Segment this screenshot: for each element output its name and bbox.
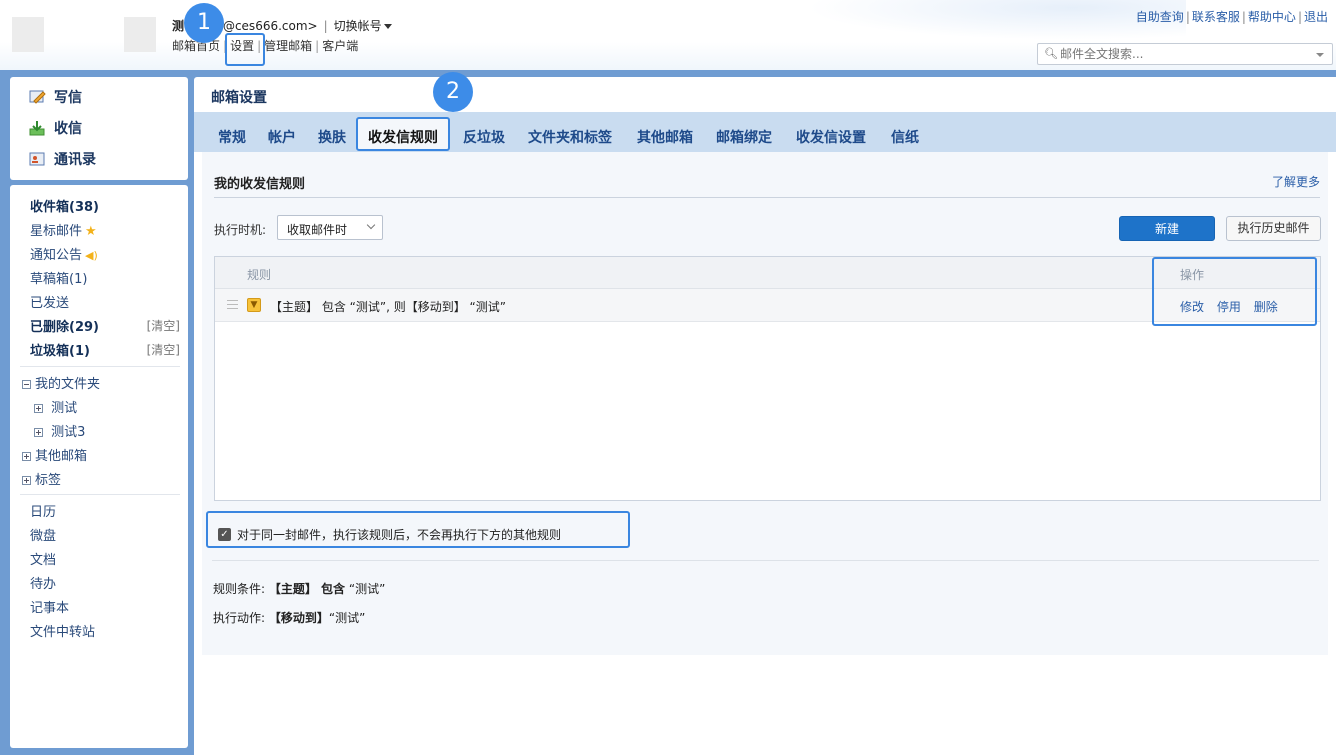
search-box[interactable]: 🔍︎ bbox=[1037, 43, 1333, 65]
step-badge-1: 1 bbox=[184, 3, 224, 43]
help-center-link[interactable]: 帮助中心 bbox=[1248, 10, 1296, 24]
stop-processing-label: 对于同一封邮件，执行该规则后，不会再执行下方的其他规则 bbox=[237, 528, 562, 542]
checkbox-checked[interactable]: ✓ bbox=[218, 528, 231, 541]
section-title: 我的收发信规则 bbox=[214, 177, 306, 192]
compose-button[interactable]: 写信 bbox=[28, 86, 82, 108]
folder-starred[interactable]: 星标邮件 ★ bbox=[30, 219, 180, 239]
my-folder-item[interactable]: 测试3 bbox=[34, 420, 180, 440]
top-right-links: 自助查询 | 联系客服 | 帮助中心 | 退出 bbox=[1135, 10, 1328, 24]
tab-account[interactable]: 帐户 bbox=[268, 127, 296, 147]
folder-spam[interactable]: 垃圾箱(1) [清空] bbox=[30, 339, 180, 359]
header-decoration bbox=[806, 0, 1186, 40]
table-row[interactable]: ▼ 【主题】 包含 “测试”, 则【移动到】 “测试” 修改 停用 删除 bbox=[215, 289, 1320, 322]
switch-account-link[interactable]: 切换帐号 bbox=[334, 19, 392, 33]
learn-more-link[interactable]: 了解更多 bbox=[1272, 173, 1320, 190]
expand-icon bbox=[34, 427, 43, 437]
step-badge-2: 2 bbox=[433, 72, 473, 112]
tab-folders-tags[interactable]: 文件夹和标签 bbox=[528, 127, 612, 147]
other-mailbox-toggle[interactable]: 其他邮箱 bbox=[22, 444, 180, 464]
self-service-link[interactable]: 自助查询 bbox=[1136, 10, 1184, 24]
tool-drive[interactable]: 微盘 bbox=[30, 524, 180, 544]
column-operations: 操作 bbox=[1180, 268, 1205, 282]
chevron-down-icon bbox=[366, 220, 376, 230]
drag-handle-icon[interactable] bbox=[227, 300, 238, 309]
user-name: 测 bbox=[172, 19, 185, 33]
inbox-download-icon bbox=[29, 121, 45, 136]
search-input[interactable] bbox=[1060, 46, 1300, 62]
clear-deleted-link[interactable]: [清空] bbox=[147, 317, 180, 334]
my-folders-toggle[interactable]: 我的文件夹 bbox=[22, 372, 180, 392]
my-folder-item[interactable]: 测试 bbox=[34, 396, 180, 416]
disable-rule-link[interactable]: 停用 bbox=[1217, 300, 1241, 314]
tool-calendar[interactable]: 日历 bbox=[30, 500, 180, 520]
timing-label: 执行时机: bbox=[214, 223, 267, 237]
folder-sent[interactable]: 已发送 bbox=[30, 291, 180, 311]
page-title: 邮箱设置 bbox=[211, 90, 267, 106]
contact-support-link[interactable]: 联系客服 bbox=[1192, 10, 1240, 24]
compose-panel: 写信 收信 通讯录 bbox=[10, 77, 188, 180]
star-icon: ★ bbox=[85, 223, 97, 239]
tab-mailbox-binding[interactable]: 邮箱绑定 bbox=[716, 127, 772, 147]
rule-description: 【主题】 包含 “测试”, 则【移动到】 “测试” bbox=[270, 300, 506, 314]
folder-drafts[interactable]: 草稿箱(1) bbox=[30, 267, 180, 287]
collapse-icon bbox=[22, 379, 31, 389]
tab-general[interactable]: 常规 bbox=[218, 127, 246, 147]
speaker-icon: ◀) bbox=[85, 248, 98, 262]
tool-notes[interactable]: 记事本 bbox=[30, 596, 180, 616]
nav-manage-mailbox[interactable]: 管理邮箱 bbox=[264, 39, 312, 53]
apply-history-button[interactable]: 执行历史邮件 bbox=[1226, 216, 1321, 241]
expand-icon bbox=[22, 451, 31, 461]
stop-processing-option[interactable]: ✓ 对于同一封邮件，执行该规则后，不会再执行下方的其他规则 bbox=[218, 526, 561, 543]
expand-icon bbox=[34, 403, 43, 413]
expand-icon bbox=[22, 475, 31, 485]
rule-condition: 规则条件: 【主题】 包含 “测试” bbox=[213, 582, 386, 596]
receive-button[interactable]: 收信 bbox=[28, 117, 82, 139]
edit-rule-link[interactable]: 修改 bbox=[1180, 300, 1204, 314]
rules-table: 规则 操作 ▼ 【主题】 包含 “测试”, 则【移动到】 “测试” 修改 停用 … bbox=[214, 256, 1321, 501]
tab-stationery[interactable]: 信纸 bbox=[891, 127, 919, 147]
tab-other-mailbox[interactable]: 其他邮箱 bbox=[637, 127, 693, 147]
column-rule: 规则 bbox=[247, 268, 272, 282]
tab-anti-spam[interactable]: 反垃圾 bbox=[463, 127, 505, 147]
divider bbox=[212, 560, 1319, 561]
tab-mail-rules[interactable]: 收发信规则 bbox=[356, 117, 450, 151]
tool-todo[interactable]: 待办 bbox=[30, 572, 180, 592]
tags-toggle[interactable]: 标签 bbox=[22, 468, 180, 488]
search-icon: 🔍︎ bbox=[1044, 47, 1058, 60]
divider bbox=[20, 494, 180, 495]
clear-spam-link[interactable]: [清空] bbox=[147, 341, 180, 358]
timing-selected-value: 收取邮件时 bbox=[287, 223, 348, 237]
rule-action: 执行动作: 【移动到】“测试” bbox=[213, 611, 366, 625]
pencil-icon bbox=[29, 90, 46, 104]
delete-rule-link[interactable]: 删除 bbox=[1254, 300, 1278, 314]
divider bbox=[214, 197, 1320, 198]
tab-send-receive-settings[interactable]: 收发信设置 bbox=[796, 127, 866, 147]
folder-notices[interactable]: 通知公告 ◀) bbox=[30, 243, 180, 263]
rule-operations: 修改 停用 删除 bbox=[1180, 298, 1287, 315]
filter-icon: ▼ bbox=[247, 298, 261, 312]
settings-highlight bbox=[225, 33, 265, 66]
chevron-down-icon bbox=[383, 24, 392, 29]
table-header: 规则 操作 bbox=[215, 257, 1320, 289]
new-rule-button[interactable]: 新建 bbox=[1119, 216, 1215, 241]
folder-panel: 收件箱(38) 星标邮件 ★ 通知公告 ◀) 草稿箱(1) 已发送 已删除(29)[… bbox=[10, 185, 188, 748]
logo-placeholder bbox=[12, 17, 44, 52]
tab-skin[interactable]: 换肤 bbox=[318, 127, 346, 147]
avatar[interactable] bbox=[124, 17, 156, 52]
timing-select[interactable]: 收取邮件时 bbox=[277, 215, 383, 240]
user-email: hi@ces666.com> bbox=[212, 19, 318, 33]
divider bbox=[20, 366, 180, 367]
settings-tabs: 常规 帐户 换肤 收发信规则 反垃圾 文件夹和标签 其他邮箱 邮箱绑定 收发信设… bbox=[194, 112, 1336, 152]
logout-link[interactable]: 退出 bbox=[1304, 10, 1328, 24]
contacts-icon bbox=[29, 152, 45, 166]
settings-main: 邮箱设置 常规 帐户 换肤 收发信规则 反垃圾 文件夹和标签 其他邮箱 邮箱绑定… bbox=[194, 77, 1336, 755]
contacts-button[interactable]: 通讯录 bbox=[28, 148, 96, 170]
folder-deleted[interactable]: 已删除(29) [清空] bbox=[30, 315, 180, 335]
tool-file-transfer[interactable]: 文件中转站 bbox=[30, 620, 180, 640]
tool-docs[interactable]: 文档 bbox=[30, 548, 180, 568]
folder-inbox[interactable]: 收件箱(38) bbox=[30, 195, 180, 215]
chevron-down-icon[interactable] bbox=[1316, 53, 1324, 57]
nav-client[interactable]: 客户端 bbox=[322, 39, 358, 53]
